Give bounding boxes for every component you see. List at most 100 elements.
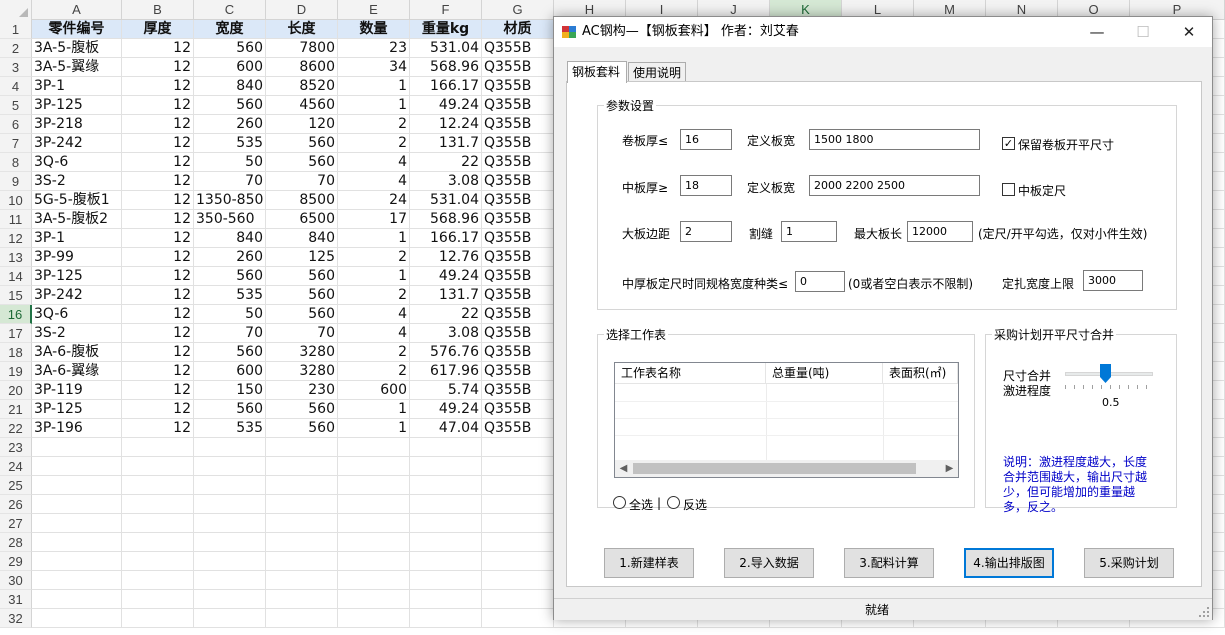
row-header[interactable]: 22 — [0, 419, 32, 438]
max-len-input[interactable]: 12000 — [907, 221, 973, 242]
tab-instructions[interactable]: 使用说明 — [628, 62, 686, 82]
table-cell[interactable] — [194, 457, 266, 476]
table-cell[interactable] — [122, 609, 194, 628]
table-cell[interactable]: 49.24 — [410, 96, 482, 115]
width-types-input[interactable]: 0 — [795, 271, 845, 292]
row-header[interactable]: 28 — [0, 533, 32, 552]
table-cell[interactable] — [338, 609, 410, 628]
worksheet-list[interactable]: 工作表名称 总重量(吨) 表面积(㎡) ◀ ▶ — [614, 362, 959, 478]
table-cell[interactable]: 531.04 — [410, 39, 482, 58]
table-cell[interactable]: Q355B — [482, 172, 554, 191]
table-cell[interactable]: 3.08 — [410, 324, 482, 343]
table-cell[interactable]: 3P-99 — [32, 248, 122, 267]
table-cell[interactable]: Q355B — [482, 58, 554, 77]
rolled-width-input[interactable]: 3000 — [1083, 270, 1143, 291]
table-cell[interactable]: Q355B — [482, 229, 554, 248]
header-cell[interactable]: 宽度 — [194, 20, 266, 39]
table-cell[interactable]: 8600 — [266, 58, 338, 77]
table-cell[interactable] — [122, 476, 194, 495]
table-cell[interactable]: 3P-218 — [32, 115, 122, 134]
table-cell[interactable]: 125 — [266, 248, 338, 267]
row-header[interactable]: 32 — [0, 609, 32, 628]
table-cell[interactable]: 1 — [338, 419, 410, 438]
table-cell[interactable] — [338, 476, 410, 495]
table-cell[interactable]: 2 — [338, 115, 410, 134]
table-cell[interactable]: Q355B — [482, 400, 554, 419]
table-cell[interactable] — [32, 438, 122, 457]
table-cell[interactable]: 12 — [122, 39, 194, 58]
table-cell[interactable]: 6500 — [266, 210, 338, 229]
row-header[interactable]: 16 — [0, 305, 32, 324]
table-cell[interactable]: 560 — [194, 400, 266, 419]
table-cell[interactable]: 1 — [338, 229, 410, 248]
table-cell[interactable] — [122, 552, 194, 571]
table-cell[interactable]: 70 — [194, 324, 266, 343]
row-header[interactable]: 12 — [0, 229, 32, 248]
def-width-input-1[interactable]: 1500 1800 — [809, 129, 980, 150]
table-cell[interactable]: 12 — [122, 172, 194, 191]
table-cell[interactable] — [410, 533, 482, 552]
table-cell[interactable]: 12 — [122, 115, 194, 134]
table-cell[interactable]: Q355B — [482, 419, 554, 438]
table-cell[interactable]: 2 — [338, 343, 410, 362]
table-cell[interactable] — [266, 476, 338, 495]
column-header-b[interactable]: B — [122, 0, 194, 20]
row-header[interactable]: 20 — [0, 381, 32, 400]
table-cell[interactable]: 70 — [266, 324, 338, 343]
kerf-input[interactable]: 1 — [781, 221, 837, 242]
table-cell[interactable] — [338, 552, 410, 571]
table-cell[interactable] — [194, 571, 266, 590]
row-header[interactable]: 18 — [0, 343, 32, 362]
table-cell[interactable]: 131.7 — [410, 286, 482, 305]
table-cell[interactable]: Q355B — [482, 191, 554, 210]
row-header[interactable]: 15 — [0, 286, 32, 305]
table-cell[interactable]: 12 — [122, 400, 194, 419]
table-cell[interactable]: 3280 — [266, 362, 338, 381]
table-cell[interactable] — [32, 533, 122, 552]
slider-thumb[interactable] — [1100, 364, 1111, 383]
table-cell[interactable] — [122, 457, 194, 476]
row-header[interactable]: 25 — [0, 476, 32, 495]
row-header[interactable]: 26 — [0, 495, 32, 514]
table-cell[interactable]: Q355B — [482, 96, 554, 115]
table-cell[interactable]: 531.04 — [410, 191, 482, 210]
table-cell[interactable]: Q355B — [482, 343, 554, 362]
table-cell[interactable]: 22 — [410, 305, 482, 324]
column-header-g[interactable]: G — [482, 0, 554, 20]
table-cell[interactable]: 3P-242 — [32, 286, 122, 305]
table-cell[interactable]: 4 — [338, 153, 410, 172]
table-cell[interactable]: 350-560 — [194, 210, 266, 229]
table-cell[interactable] — [266, 457, 338, 476]
table-cell[interactable] — [32, 609, 122, 628]
table-cell[interactable]: 3S-2 — [32, 172, 122, 191]
table-cell[interactable]: 23 — [338, 39, 410, 58]
purchase-plan-button[interactable]: 5.采购计划 — [1084, 548, 1174, 578]
table-cell[interactable]: Q355B — [482, 210, 554, 229]
table-cell[interactable] — [410, 438, 482, 457]
table-cell[interactable]: 3Q-6 — [32, 153, 122, 172]
table-cell[interactable]: 17 — [338, 210, 410, 229]
table-cell[interactable]: 560 — [194, 267, 266, 286]
table-cell[interactable]: 12 — [122, 96, 194, 115]
table-cell[interactable] — [266, 495, 338, 514]
table-cell[interactable]: 3P-119 — [32, 381, 122, 400]
table-cell[interactable] — [338, 590, 410, 609]
table-cell[interactable]: 70 — [194, 172, 266, 191]
table-cell[interactable]: 4 — [338, 305, 410, 324]
coil-thick-input[interactable]: 16 — [680, 129, 732, 150]
table-cell[interactable]: 840 — [194, 77, 266, 96]
table-cell[interactable]: 12 — [122, 248, 194, 267]
table-cell[interactable]: 3S-2 — [32, 324, 122, 343]
table-cell[interactable]: 560 — [266, 286, 338, 305]
row-header[interactable]: 30 — [0, 571, 32, 590]
table-cell[interactable]: 2 — [338, 134, 410, 153]
title-bar[interactable]: AC钢构—【钢板套料】 作者：刘艾春 — ☐ ✕ — [554, 17, 1212, 47]
table-cell[interactable]: 260 — [194, 248, 266, 267]
table-cell[interactable]: 12 — [122, 191, 194, 210]
table-cell[interactable]: 600 — [338, 381, 410, 400]
row-header[interactable]: 1 — [0, 20, 32, 39]
table-cell[interactable]: 3P-242 — [32, 134, 122, 153]
table-cell[interactable] — [482, 609, 554, 628]
table-cell[interactable]: 3P-125 — [32, 267, 122, 286]
column-header-e[interactable]: E — [338, 0, 410, 20]
